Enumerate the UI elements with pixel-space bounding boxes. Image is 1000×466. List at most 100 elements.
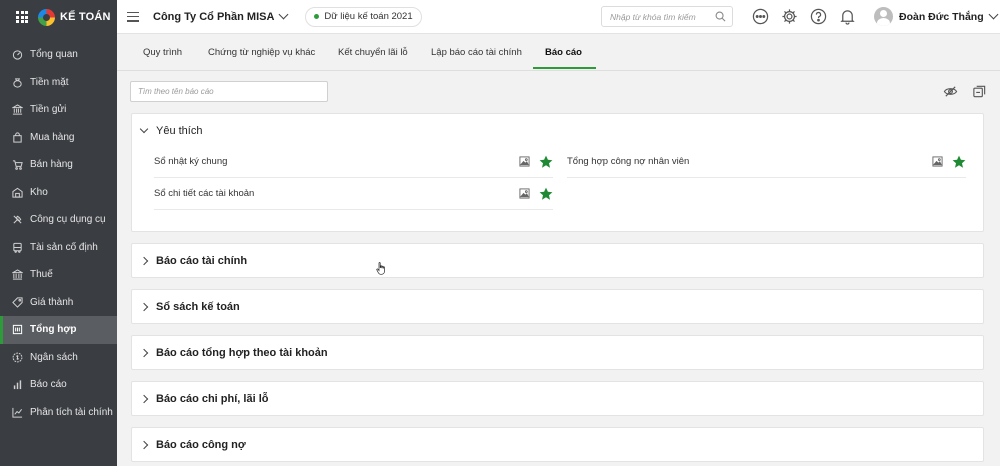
sidebar-item-mua-hang[interactable]: Mua hàng (0, 124, 117, 152)
report-group-header[interactable]: Báo cáo công nợ (132, 428, 983, 461)
menu-toggle-icon[interactable] (127, 11, 139, 22)
chevron-right-icon (139, 440, 149, 449)
sidebar-item-label: Giá thành (30, 296, 74, 308)
global-search[interactable] (601, 6, 733, 27)
sidebar-item-tong-hop[interactable]: Tổng hợp (0, 316, 117, 344)
collapse-all-icon[interactable] (972, 84, 987, 99)
sidebar-item-ngan-sach[interactable]: Ngân sách (0, 344, 117, 372)
help-icon[interactable] (810, 8, 827, 25)
analysis-chart-icon (12, 407, 23, 418)
report-group-cong-no[interactable]: Báo cáo công nợ (131, 427, 984, 462)
tab-bar: Quy trình Chứng từ nghiệp vụ khác Kết ch… (117, 35, 1000, 71)
sidebar-item-bao-cao[interactable]: Báo cáo (0, 371, 117, 399)
dataset-badge[interactable]: Dữ liệu kế toán 2021 (305, 6, 422, 27)
tab-chung-tu-nghiep-vu-khac[interactable]: Chứng từ nghiệp vụ khác (208, 47, 315, 67)
tools-icon (12, 214, 23, 225)
sidebar-item-tien-gui[interactable]: Tiền gửi (0, 96, 117, 124)
app-logo-text: KẾ TOÁN (60, 11, 111, 23)
tab-ket-chuyen-lai-lo[interactable]: Kết chuyển lãi lỗ (338, 47, 408, 67)
tab-bao-cao[interactable]: Báo cáo (533, 47, 596, 69)
chevron-right-icon (139, 302, 149, 311)
dashboard-icon (12, 49, 23, 60)
report-group-title: Báo cáo công nợ (156, 438, 246, 451)
company-selector[interactable]: Công Ty Cổ Phần MISA (153, 9, 289, 23)
sidebar: KẾ TOÁN Tổng quan Tiền mặt Tiền gửi Mua … (0, 0, 117, 466)
report-group-title: Báo cáo tài chính (156, 254, 248, 267)
report-group-chi-phi-lai-lo[interactable]: Báo cáo chi phí, lãi lỗ (131, 381, 984, 416)
chevron-down-icon (988, 9, 999, 20)
report-bars-icon (12, 379, 23, 390)
sidebar-item-label: Tổng quan (30, 49, 78, 61)
budget-icon (12, 352, 23, 363)
sidebar-item-tai-san-co-dinh[interactable]: Tài sản cố định (0, 234, 117, 262)
sidebar-item-label: Kho (30, 186, 48, 198)
sidebar-item-kho[interactable]: Kho (0, 179, 117, 207)
chevron-down-icon (278, 9, 289, 20)
search-icon[interactable] (715, 11, 726, 25)
sidebar-item-label: Tài sản cố định (30, 241, 98, 253)
image-preview-icon[interactable] (519, 188, 530, 199)
sidebar-item-gia-thanh[interactable]: Giá thành (0, 289, 117, 317)
sidebar-item-tong-quan[interactable]: Tổng quan (0, 41, 117, 69)
report-search-input[interactable] (138, 87, 318, 96)
user-menu[interactable]: Đoàn Đức Thắng (874, 7, 999, 26)
report-group-tong-hop-theo-tai-khoan[interactable]: Báo cáo tổng hợp theo tài khoản (131, 335, 984, 370)
sidebar-menu: Tổng quan Tiền mặt Tiền gửi Mua hàng Bán… (0, 41, 117, 426)
chevron-right-icon (139, 348, 149, 357)
report-group-header[interactable]: Báo cáo chi phí, lãi lỗ (132, 382, 983, 415)
favorite-item-label: Sổ chi tiết các tài khoản (154, 188, 255, 199)
favorites-panel: Yêu thích Sổ nhật ký chung Tổng hợp công… (131, 113, 984, 232)
global-search-input[interactable] (610, 11, 710, 22)
favorite-item[interactable]: Sổ nhật ký chung (154, 146, 553, 178)
star-icon[interactable] (539, 187, 553, 201)
more-options-icon[interactable] (752, 8, 769, 25)
favorites-header[interactable]: Yêu thích (132, 114, 983, 147)
chevron-down-icon (139, 124, 149, 134)
app-grid-icon[interactable] (16, 11, 28, 23)
dataset-label: Dữ liệu kế toán 2021 (324, 11, 413, 22)
sidebar-item-tien-mat[interactable]: Tiền mặt (0, 69, 117, 97)
report-group-header[interactable]: Báo cáo tài chính (132, 244, 983, 277)
tab-lap-bao-cao-tai-chinh[interactable]: Lập báo cáo tài chính (431, 47, 522, 67)
sidebar-item-phan-tich-tai-chinh[interactable]: Phân tích tài chính (0, 399, 117, 427)
image-preview-icon[interactable] (519, 156, 530, 167)
sidebar-item-thue[interactable]: Thuế (0, 261, 117, 289)
warehouse-icon (12, 187, 23, 198)
report-group-header[interactable]: Sổ sách kế toán (132, 290, 983, 323)
report-group-header[interactable]: Báo cáo tổng hợp theo tài khoản (132, 336, 983, 369)
star-icon[interactable] (952, 155, 966, 169)
sidebar-item-label: Tổng hợp (30, 324, 77, 336)
sidebar-item-label: Tiền gửi (30, 104, 67, 116)
favorite-item-label: Tổng hợp công nợ nhân viên (567, 156, 690, 167)
sidebar-item-label: Ngân sách (30, 351, 78, 363)
misa-logo-icon (38, 8, 55, 26)
chevron-right-icon (139, 256, 149, 265)
report-search[interactable] (130, 81, 328, 102)
header-icons (752, 8, 856, 25)
sidebar-item-label: Mua hàng (30, 131, 75, 143)
favorites-title: Yêu thích (156, 124, 203, 137)
app-logo[interactable]: KẾ TOÁN (38, 8, 111, 26)
hide-eye-icon[interactable] (943, 84, 958, 99)
favorite-item[interactable]: Tổng hợp công nợ nhân viên (567, 146, 966, 178)
sidebar-item-cong-cu-dung-cu[interactable]: Công cụ dụng cụ (0, 206, 117, 234)
car-icon (12, 242, 23, 253)
cart-icon (12, 159, 23, 171)
image-preview-icon[interactable] (932, 156, 943, 167)
sidebar-item-label: Báo cáo (30, 379, 67, 391)
status-dot (314, 14, 320, 19)
notification-bell-icon[interactable] (839, 8, 856, 25)
star-icon[interactable] (539, 155, 553, 169)
favorite-item[interactable]: Sổ chi tiết các tài khoản (154, 178, 553, 210)
bank-icon (12, 104, 23, 115)
cash-bag-icon (12, 77, 23, 88)
shopping-bag-icon (12, 132, 23, 143)
settings-gear-icon[interactable] (781, 8, 798, 25)
sidebar-item-label: Thuế (30, 269, 53, 281)
sidebar-item-ban-hang[interactable]: Bán hàng (0, 151, 117, 179)
tab-quy-trinh[interactable]: Quy trình (143, 47, 182, 67)
report-group-so-sach-ke-toan[interactable]: Sổ sách kế toán (131, 289, 984, 324)
report-group-bao-cao-tai-chinh[interactable]: Báo cáo tài chính (131, 243, 984, 278)
sidebar-item-label: Bán hàng (30, 159, 73, 171)
sidebar-top: KẾ TOÁN (0, 0, 117, 34)
